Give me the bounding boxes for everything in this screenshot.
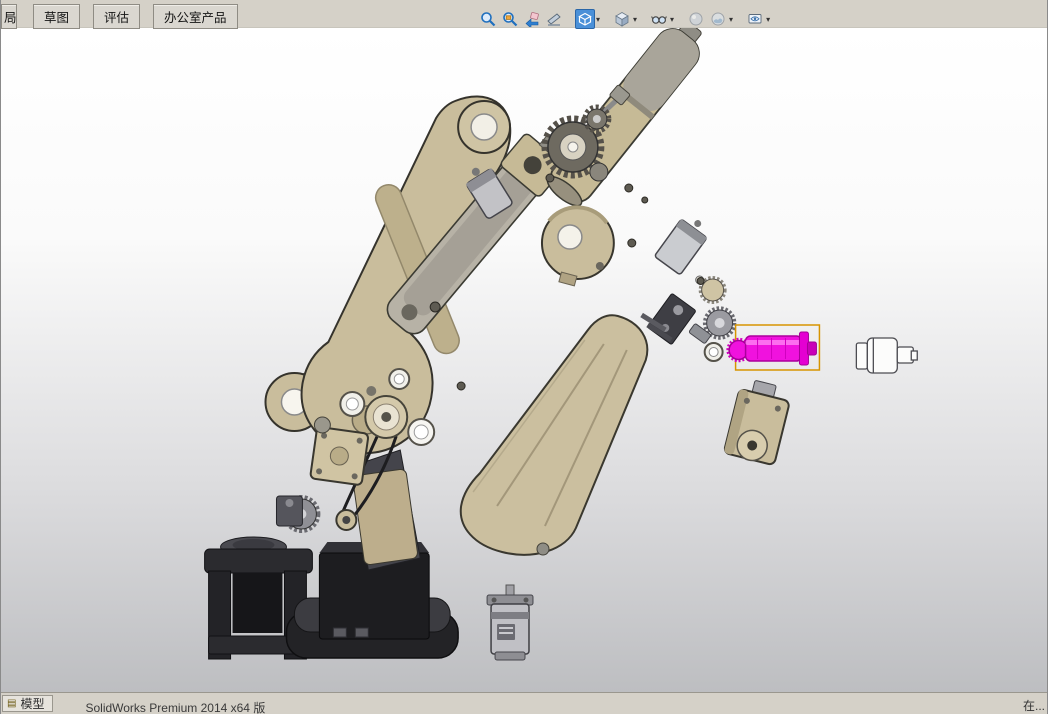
zoom-to-area-icon[interactable] (500, 9, 520, 29)
tab-layout-partial[interactable]: 局 (1, 4, 17, 29)
hide-show-items-icon[interactable] (649, 9, 669, 29)
pivot-block-part[interactable] (723, 377, 792, 466)
edit-appearance-icon[interactable] (686, 9, 706, 29)
heads-up-view-toolbar: ▾ ▾ ▾ ▾ ▾ (478, 9, 771, 29)
view-settings-caret-icon[interactable]: ▾ (766, 15, 770, 24)
round-housing-part[interactable] (540, 205, 615, 287)
tab-model[interactable]: ▤ 模型 (2, 695, 54, 712)
tab-sketch[interactable]: 草图 (33, 4, 81, 29)
bottom-servo-motor-part[interactable] (486, 584, 534, 661)
ghost-preview-part[interactable] (855, 337, 918, 374)
selected-part[interactable] (726, 324, 821, 371)
display-style-icon[interactable] (612, 9, 632, 29)
right-gear-cluster-part[interactable] (640, 211, 737, 362)
status-right-text: 在... (1022, 699, 1045, 713)
apply-scene-caret-icon[interactable]: ▾ (729, 15, 733, 24)
exploded-assembly-model[interactable] (1, 28, 1047, 692)
tab-evaluate[interactable]: 评估 (93, 4, 141, 29)
apply-scene-icon[interactable] (708, 9, 728, 29)
view-settings-icon[interactable] (745, 9, 765, 29)
solidworks-window: 局 草图 评估 办公室产品 ▾ ▾ ▾ ▾ ▾ ▤ 模型 SolidWorks … (0, 0, 1048, 714)
graphics-viewport[interactable] (1, 28, 1047, 692)
view-orientation-icon[interactable] (575, 9, 595, 29)
arm-blade-part[interactable] (459, 314, 649, 556)
zoom-to-fit-icon[interactable] (478, 9, 498, 29)
section-view-icon[interactable] (544, 9, 564, 29)
display-style-caret-icon[interactable]: ▾ (633, 15, 637, 24)
status-bar: ▤ 模型 SolidWorks Premium 2014 x64 版 在... (1, 692, 1047, 714)
model-tab-icon: ▤ (7, 698, 17, 709)
previous-view-icon[interactable] (522, 9, 542, 29)
view-orientation-caret-icon[interactable]: ▾ (596, 15, 600, 24)
model-tab-label: 模型 (20, 697, 45, 711)
tab-office-products[interactable]: 办公室产品 (153, 4, 238, 29)
hide-show-items-caret-icon[interactable]: ▾ (670, 15, 674, 24)
app-version-text: SolidWorks Premium 2014 x64 版 (85, 701, 266, 714)
